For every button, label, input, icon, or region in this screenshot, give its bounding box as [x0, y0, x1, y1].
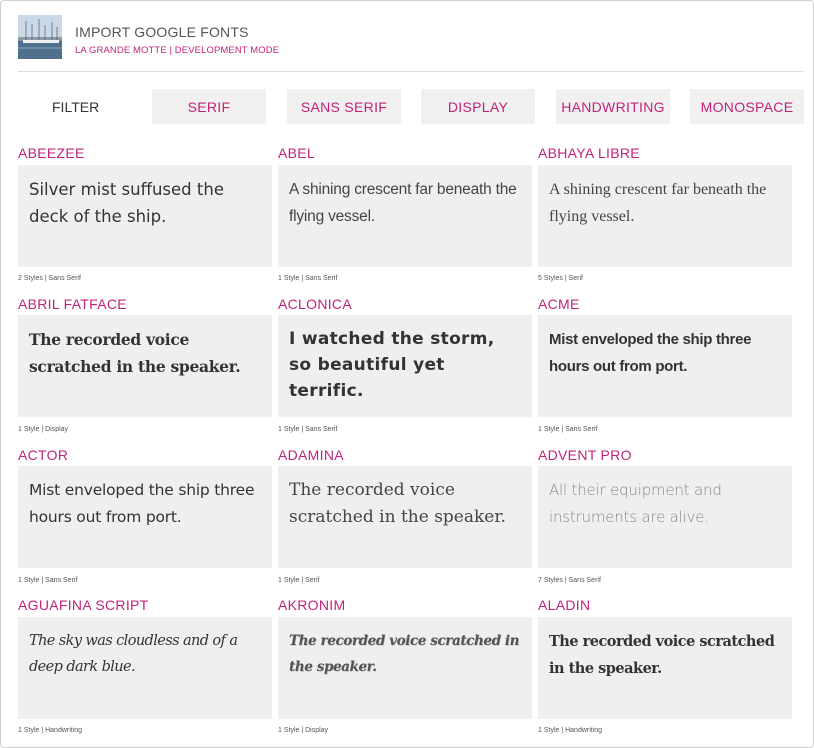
font-card-name[interactable]: AGUAFINA SCRIPT	[18, 597, 149, 613]
font-card-name[interactable]: ACLONICA	[278, 296, 352, 312]
font-card-name[interactable]: ADVENT PRO	[538, 447, 632, 463]
font-card-name[interactable]: ACTOR	[18, 447, 68, 463]
font-card-meta: 1 Style | Sans Serif	[278, 275, 338, 282]
harbor-thumbnail-image	[18, 15, 62, 59]
font-card-meta: 1 Style | Handwriting	[538, 727, 603, 734]
font-preview-sample[interactable]: All their equipment and instruments are …	[538, 466, 792, 568]
app-title: IMPORT GOOGLE FONTS	[75, 24, 249, 40]
filter-monospace-button[interactable]: MONOSPACE	[690, 89, 804, 124]
font-card-name[interactable]: ABEL	[278, 145, 315, 161]
font-preview-sample[interactable]: Mist enveloped the ship three hours out …	[538, 315, 792, 417]
font-card-name[interactable]: AKRONIM	[278, 597, 345, 613]
font-preview-sample[interactable]: A shining crescent far beneath the flyin…	[538, 165, 792, 267]
filter-serif-button[interactable]: SERIF	[152, 89, 266, 124]
font-preview-sample[interactable]: Mist enveloped the ship three hours out …	[18, 466, 272, 568]
font-card-meta: 2 Styles | Sans Serif	[18, 275, 81, 282]
font-preview-sample[interactable]: The recorded voice scratched in the spea…	[278, 466, 532, 568]
font-card-name[interactable]: ABHAYA LIBRE	[538, 145, 640, 161]
font-card-meta: 1 Style | Handwriting	[18, 727, 83, 734]
font-card-meta: 1 Style | Sans Serif	[538, 426, 598, 433]
font-card-meta: 1 Style | Serif	[278, 577, 320, 584]
font-card-meta: 1 Style | Display	[278, 727, 329, 734]
font-preview-sample[interactable]: Silver mist suffused the deck of the shi…	[18, 165, 272, 267]
header-divider	[18, 71, 804, 72]
font-card-meta: 1 Style | Display	[18, 426, 69, 433]
font-card-name[interactable]: ALADIN	[538, 597, 590, 613]
filter-label: FILTER	[52, 99, 100, 115]
font-preview-sample[interactable]: I watched the storm, so beautiful yet te…	[278, 315, 532, 417]
font-preview-sample[interactable]: The recorded voice scratched in the spea…	[538, 617, 792, 719]
app-subtitle: LA GRANDE MOTTE | DEVELOPMENT MODE	[75, 45, 280, 56]
font-card-name[interactable]: ACME	[538, 296, 580, 312]
filter-sans-serif-button[interactable]: SANS SERIF	[287, 89, 401, 124]
font-preview-sample[interactable]: The recorded voice scratched in the spea…	[278, 617, 532, 719]
filter-handwriting-button[interactable]: HANDWRITING	[556, 89, 670, 124]
font-card-meta: 5 Styles | Serif	[538, 275, 584, 282]
app-window: IMPORT GOOGLE FONTS LA GRANDE MOTTE | DE…	[0, 0, 814, 748]
font-card-name[interactable]: ADAMINA	[278, 447, 344, 463]
font-preview-sample[interactable]: The recorded voice scratched in the spea…	[18, 315, 272, 417]
font-card-name[interactable]: ABRIL FATFACE	[18, 296, 127, 312]
font-card-meta: 7 Styles | Sans Serif	[538, 577, 601, 584]
font-card-meta: 1 Style | Sans Serif	[278, 426, 338, 433]
filter-display-button[interactable]: DISPLAY	[421, 89, 535, 124]
font-card-meta: 1 Style | Sans Serif	[18, 577, 78, 584]
font-preview-sample[interactable]: A shining crescent far beneath the flyin…	[278, 165, 532, 267]
font-preview-sample[interactable]: The sky was cloudless and of a deep dark…	[18, 617, 272, 719]
font-card-name[interactable]: ABEEZEE	[18, 145, 85, 161]
